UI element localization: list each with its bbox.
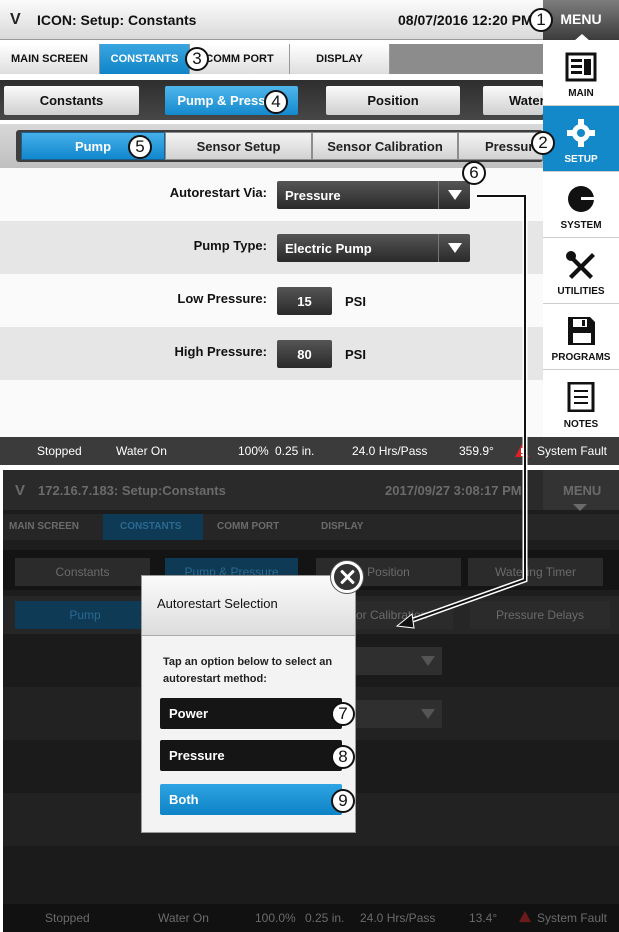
connector-arrow bbox=[395, 193, 528, 629]
callout-1: 1 bbox=[529, 8, 553, 32]
callout-9: 9 bbox=[331, 789, 355, 813]
callout-8: 8 bbox=[331, 745, 355, 769]
callout-5: 5 bbox=[128, 135, 152, 159]
callout-2: 2 bbox=[531, 131, 555, 155]
callout-3: 3 bbox=[185, 47, 209, 71]
callout-7: 7 bbox=[331, 702, 355, 726]
callout-4: 4 bbox=[264, 90, 288, 114]
callout-6: 6 bbox=[462, 161, 486, 185]
